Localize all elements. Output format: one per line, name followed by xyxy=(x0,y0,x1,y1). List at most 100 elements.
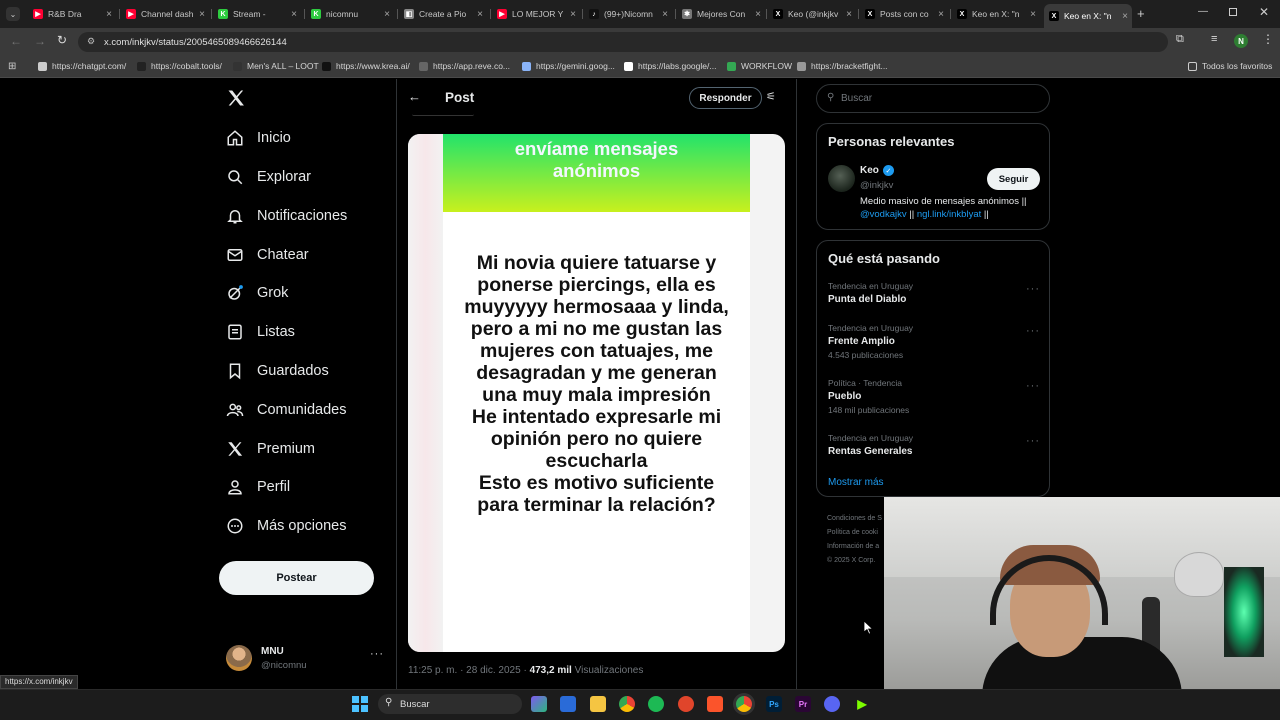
tab-search-dropdown[interactable]: ⌄ xyxy=(6,7,20,21)
chrome-icon[interactable] xyxy=(619,696,635,712)
tab-close-icon[interactable]: × xyxy=(106,9,112,20)
browser-tab[interactable]: ▶ R&B Dra × xyxy=(28,4,116,24)
minimize-button[interactable]: — xyxy=(1198,6,1208,17)
site-info-icon[interactable]: ⚙ xyxy=(87,36,95,47)
browser-tab[interactable]: K Stream - × xyxy=(213,4,301,24)
tab-close-icon[interactable]: × xyxy=(291,9,297,20)
post-image[interactable]: envíame mensajes anónimos Mi novia quier… xyxy=(408,134,785,652)
tab-close-icon[interactable]: × xyxy=(1030,9,1036,20)
back-arrow-icon[interactable]: ← xyxy=(408,89,421,104)
trend-more-icon[interactable]: ··· xyxy=(1026,325,1040,337)
all-bookmarks[interactable]: Todos los favoritos xyxy=(1188,61,1272,71)
close-window-button[interactable]: ✕ xyxy=(1259,5,1269,19)
tab-close-icon[interactable]: × xyxy=(662,9,668,20)
sidebar-item-notificaciones[interactable]: Notificaciones xyxy=(226,207,347,225)
tab-close-icon[interactable]: × xyxy=(1122,11,1128,22)
tab-close-icon[interactable]: × xyxy=(477,9,483,20)
obs-icon[interactable] xyxy=(678,696,694,712)
search-box[interactable]: ⚲ Buscar xyxy=(816,84,1050,113)
browser-tab[interactable]: X Keo en X: "n × xyxy=(1044,4,1132,28)
browser-tab[interactable]: ▶ Channel dash × xyxy=(121,4,209,24)
browser-tab[interactable]: ♪ (99+)Nicomn × xyxy=(584,4,672,24)
bio-link-ngl[interactable]: ngl.link/inkblyat xyxy=(917,209,981,220)
tab-close-icon[interactable]: × xyxy=(846,9,852,20)
trend-more-icon[interactable]: ··· xyxy=(1026,283,1040,295)
copilot-icon[interactable] xyxy=(531,696,547,712)
tab-close-icon[interactable]: × xyxy=(938,9,944,20)
browser-tab[interactable]: ▶ LO MEJOR Y × xyxy=(492,4,580,24)
trend-item[interactable]: Tendencia en Uruguay Frente Amplio 4.543 p… xyxy=(828,323,913,360)
bookmark-item[interactable]: https://bracketfight... xyxy=(797,61,888,71)
bookmark-item[interactable]: https://labs.google/... xyxy=(624,61,716,71)
sidebar-item-guardados[interactable]: Guardados xyxy=(226,362,329,380)
filter-icon[interactable]: ⚟ xyxy=(766,90,776,103)
tab-close-icon[interactable]: × xyxy=(755,9,761,20)
trend-more-icon[interactable]: ··· xyxy=(1026,380,1040,392)
x-logo-icon[interactable] xyxy=(226,88,246,113)
tab-close-icon[interactable]: × xyxy=(384,9,390,20)
footer-link[interactable]: Política de cooki xyxy=(827,529,878,536)
apps-grid-icon[interactable]: ⊞ xyxy=(8,61,16,72)
sidebar-item-grok[interactable]: Grok xyxy=(226,284,288,302)
brave-icon[interactable] xyxy=(707,696,723,712)
trend-more-icon[interactable]: ··· xyxy=(1026,435,1040,447)
show-more-link[interactable]: Mostrar más xyxy=(828,477,884,488)
restore-button[interactable] xyxy=(1229,8,1237,16)
sidebar-item-perfil[interactable]: Perfil xyxy=(226,478,290,496)
tab-close-icon[interactable]: × xyxy=(199,9,205,20)
forward-icon[interactable]: → xyxy=(34,34,46,48)
profile-avatar[interactable]: N xyxy=(1234,34,1248,48)
new-tab-button[interactable]: + xyxy=(1137,6,1145,21)
photoshop-icon[interactable]: Ps xyxy=(766,696,782,712)
sidebar-item-chatear[interactable]: Chatear xyxy=(226,246,309,264)
bookmark-item[interactable]: https://app.reve.co... xyxy=(419,61,510,71)
browser-tab[interactable]: Knicomnu × xyxy=(306,4,394,24)
spotify-icon[interactable] xyxy=(648,696,664,712)
premiere-icon[interactable]: Pr xyxy=(795,696,811,712)
sidebar-item-listas[interactable]: Listas xyxy=(226,323,295,341)
tab-close-icon[interactable]: × xyxy=(570,9,576,20)
sidebar-item-m-s-opciones[interactable]: Más opciones xyxy=(226,517,346,535)
footer-link[interactable]: © 2025 X Corp. xyxy=(827,557,875,564)
postear-button[interactable]: Postear xyxy=(219,561,374,595)
bookmark-item[interactable]: https://cobalt.tools/ xyxy=(137,61,222,71)
browser-tab[interactable]: X Posts con co × xyxy=(860,4,948,24)
windows-start-icon[interactable] xyxy=(352,696,368,712)
browser-menu-icon[interactable]: ⋮ xyxy=(1262,32,1274,46)
bookmark-item[interactable]: https://gemini.goog... xyxy=(522,61,615,71)
sidebar-item-comunidades[interactable]: Comunidades xyxy=(226,401,346,419)
trend-item[interactable]: Política · Tendencia Pueblo 148 mil public… xyxy=(828,378,909,415)
trend-item[interactable]: Tendencia en Uruguay Rentas Generales xyxy=(828,433,913,457)
extensions-icon[interactable]: ⧉ xyxy=(1176,33,1184,46)
bookmark-item[interactable]: WORKFLOW xyxy=(727,61,792,71)
bookmark-item[interactable]: https://www.krea.ai/ xyxy=(322,61,410,71)
browser-tab[interactable]: X Keo en X: "n × xyxy=(952,4,1040,24)
back-icon[interactable]: ← xyxy=(10,34,22,48)
bio-link-vodkajkv[interactable]: @vodkajkv xyxy=(860,209,907,220)
trend-item[interactable]: Tendencia en Uruguay Punta del Diablo xyxy=(828,281,913,305)
sidebar-item-inicio[interactable]: Inicio xyxy=(226,129,291,147)
store-icon[interactable] xyxy=(560,696,576,712)
keo-avatar[interactable] xyxy=(828,165,855,192)
chrome-active-icon[interactable] xyxy=(736,696,752,712)
reply-button[interactable]: Responder xyxy=(689,87,762,109)
browser-tab[interactable]: ◧ Create a Pio × xyxy=(399,4,487,24)
browser-tab[interactable]: X Keo (@inkjkv × xyxy=(768,4,856,24)
bookmark-item[interactable]: https://chatgpt.com/ xyxy=(38,61,126,71)
account-switcher[interactable]: MNU @nicomnu ··· xyxy=(226,642,386,676)
app-arrow-icon[interactable]: ▶ xyxy=(854,696,870,712)
footer-link[interactable]: Información de a xyxy=(827,543,879,550)
file-explorer-icon[interactable] xyxy=(590,696,606,712)
bookmark-item[interactable]: Men's ALL – LOOT xyxy=(233,61,319,71)
media-icon[interactable]: ≡ xyxy=(1211,33,1217,45)
sidebar-item-explorar[interactable]: Explorar xyxy=(226,168,311,186)
discord-icon[interactable] xyxy=(824,696,840,712)
footer-link[interactable]: Condiciones de S xyxy=(827,515,882,522)
browser-tab[interactable]: ✱ Mejores Con × xyxy=(677,4,765,24)
reload-icon[interactable]: ↻ xyxy=(57,33,67,47)
keo-name-row[interactable]: Keo ✓ xyxy=(860,165,894,176)
taskbar-search[interactable]: ⚲ Buscar xyxy=(378,694,522,714)
follow-button[interactable]: Seguir xyxy=(987,168,1040,190)
sidebar-item-premium[interactable]: Premium xyxy=(226,440,315,458)
more-dots-icon[interactable]: ··· xyxy=(370,648,384,660)
